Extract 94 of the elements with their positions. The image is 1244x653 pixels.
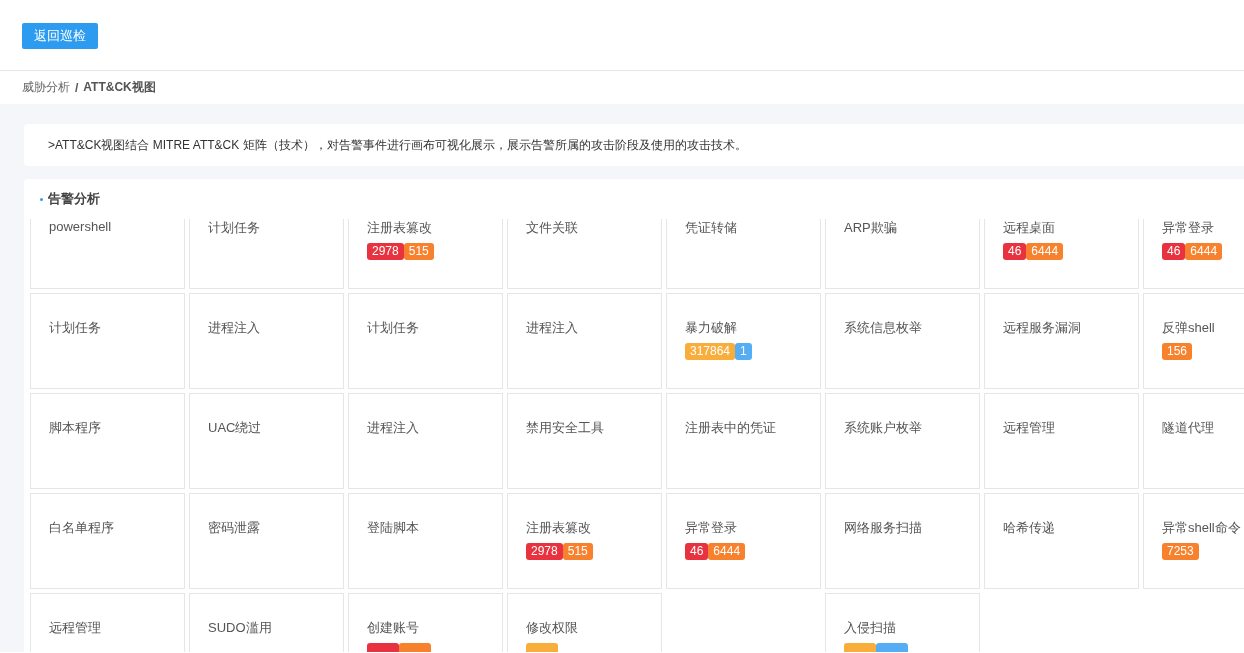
technique-card[interactable]: 白名单程序 xyxy=(30,493,185,589)
count-badge: 1 xyxy=(735,343,752,360)
technique-card[interactable]: 注册表篡改 2978 515 xyxy=(507,493,662,589)
technique-label: 隧道代理 xyxy=(1162,419,1214,437)
technique-card[interactable]: 计划任务 xyxy=(189,219,344,289)
technique-card[interactable]: 异常shell命令 7253 xyxy=(1143,493,1244,589)
technique-card[interactable]: 隧道代理 xyxy=(1143,393,1244,489)
technique-card[interactable]: UAC绕过 xyxy=(189,393,344,489)
technique-label: 远程服务漏洞 xyxy=(1003,319,1081,337)
technique-card[interactable]: 异常登录 46 6444 xyxy=(666,493,821,589)
technique-card[interactable]: 系统信息枚举 xyxy=(825,293,980,389)
breadcrumb-link[interactable]: 威胁分析 xyxy=(22,79,70,96)
technique-card[interactable]: 异常登录 46 6444 xyxy=(1143,219,1244,289)
technique-card[interactable]: 计划任务 xyxy=(348,293,503,389)
technique-card[interactable]: 禁用安全工具 xyxy=(507,393,662,489)
count-badge: 2978 xyxy=(526,543,563,560)
count-badge: 515 xyxy=(403,243,434,260)
technique-card[interactable]: 文件关联 xyxy=(507,219,662,289)
count-badge: 46 xyxy=(1003,243,1027,260)
technique-card[interactable]: 网络服务扫描 xyxy=(825,493,980,589)
technique-card[interactable]: 哈希传递 xyxy=(984,493,1139,589)
technique-card[interactable]: 进程注入 xyxy=(507,293,662,389)
technique-card[interactable]: 暴力破解 317864 1 xyxy=(666,293,821,389)
panel-title: 告警分析 xyxy=(48,190,100,208)
technique-label: 凭证转储 xyxy=(685,219,737,237)
technique-card[interactable]: 修改权限 xyxy=(507,593,662,652)
technique-label: 白名单程序 xyxy=(49,519,114,537)
count-badge: 2978 xyxy=(367,243,404,260)
technique-label: SUDO滥用 xyxy=(208,619,272,637)
count-badge: 515 xyxy=(562,543,593,560)
technique-label: 远程管理 xyxy=(49,619,101,637)
technique-label: 文件关联 xyxy=(526,219,578,237)
technique-card[interactable]: 反弹shell 156 xyxy=(1143,293,1244,389)
technique-label: 计划任务 xyxy=(367,319,419,337)
technique-label: 远程桌面 xyxy=(1003,219,1055,237)
technique-card[interactable]: 入侵扫描 xyxy=(825,593,980,652)
technique-label: 注册表篡改 xyxy=(367,219,432,237)
technique-label: 异常登录 xyxy=(685,519,737,537)
technique-card[interactable]: 计划任务 xyxy=(30,293,185,389)
technique-label: 反弹shell xyxy=(1162,319,1215,337)
technique-label: UAC绕过 xyxy=(208,419,262,437)
technique-label: 远程管理 xyxy=(1003,419,1055,437)
technique-label: 异常登录 xyxy=(1162,219,1214,237)
technique-card[interactable]: 远程服务漏洞 xyxy=(984,293,1139,389)
breadcrumb-current: ATT&CK视图 xyxy=(83,79,156,96)
count-badge: 6444 xyxy=(1185,243,1223,260)
breadcrumb-separator: / xyxy=(75,80,79,95)
technique-card[interactable]: 密码泄露 xyxy=(189,493,344,589)
technique-card[interactable]: 登陆脚本 xyxy=(348,493,503,589)
technique-card[interactable]: 凭证转储 xyxy=(666,219,821,289)
technique-card[interactable]: 进程注入 xyxy=(189,293,344,389)
count-badge: 317864 xyxy=(685,343,736,360)
technique-card[interactable]: 脚本程序 xyxy=(30,393,185,489)
count-badge: 46 xyxy=(685,543,709,560)
technique-label: 密码泄露 xyxy=(208,519,260,537)
technique-label: 注册表篡改 xyxy=(526,519,591,537)
technique-card[interactable]: 进程注入 xyxy=(348,393,503,489)
technique-card[interactable]: SUDO滥用 xyxy=(189,593,344,652)
technique-card[interactable]: 远程桌面 46 6444 xyxy=(984,219,1139,289)
technique-label: 脚本程序 xyxy=(49,419,101,437)
technique-label: 计划任务 xyxy=(208,219,260,237)
technique-label: 禁用安全工具 xyxy=(526,419,604,437)
technique-label: ARP欺骗 xyxy=(844,219,897,237)
technique-label: powershell xyxy=(49,219,112,234)
technique-label: 修改权限 xyxy=(526,619,578,637)
technique-label: 暴力破解 xyxy=(685,319,737,337)
technique-label: 注册表中的凭证 xyxy=(685,419,776,437)
technique-label: 系统账户枚举 xyxy=(844,419,922,437)
technique-label: 登陆脚本 xyxy=(367,519,419,537)
technique-card[interactable]: 系统账户枚举 xyxy=(825,393,980,489)
technique-label: 进程注入 xyxy=(208,319,260,337)
technique-label: 哈希传递 xyxy=(1003,519,1055,537)
technique-card[interactable]: 注册表篡改 2978 515 xyxy=(348,219,503,289)
technique-label: 网络服务扫描 xyxy=(844,519,922,537)
bullet-icon xyxy=(40,197,43,201)
technique-card[interactable]: 远程管理 xyxy=(30,593,185,652)
technique-card[interactable]: 创建账号 xyxy=(348,593,503,652)
technique-label: 入侵扫描 xyxy=(844,619,896,637)
count-badge: 6444 xyxy=(708,543,746,560)
count-badge: 6444 xyxy=(1026,243,1064,260)
technique-label: 创建账号 xyxy=(367,619,419,637)
technique-card[interactable]: powershell xyxy=(30,219,185,289)
technique-card[interactable]: ARP欺骗 xyxy=(825,219,980,289)
technique-label: 异常shell命令 xyxy=(1162,519,1241,537)
technique-label: 进程注入 xyxy=(526,319,578,337)
technique-label: 进程注入 xyxy=(367,419,419,437)
count-badge: 7253 xyxy=(1162,543,1199,560)
description-text: >ATT&CK视图结合 MITRE ATT&CK 矩阵（技术），对告警事件进行画布可视化展示，展示告警所属的攻击阶段及使用的攻击技术。 xyxy=(48,136,747,154)
count-badge: 156 xyxy=(1162,343,1193,360)
technique-label: 计划任务 xyxy=(49,319,101,337)
count-badge: 46 xyxy=(1162,243,1186,260)
technique-card[interactable]: 注册表中的凭证 xyxy=(666,393,821,489)
technique-card[interactable]: 远程管理 xyxy=(984,393,1139,489)
technique-label: 系统信息枚举 xyxy=(844,319,922,337)
